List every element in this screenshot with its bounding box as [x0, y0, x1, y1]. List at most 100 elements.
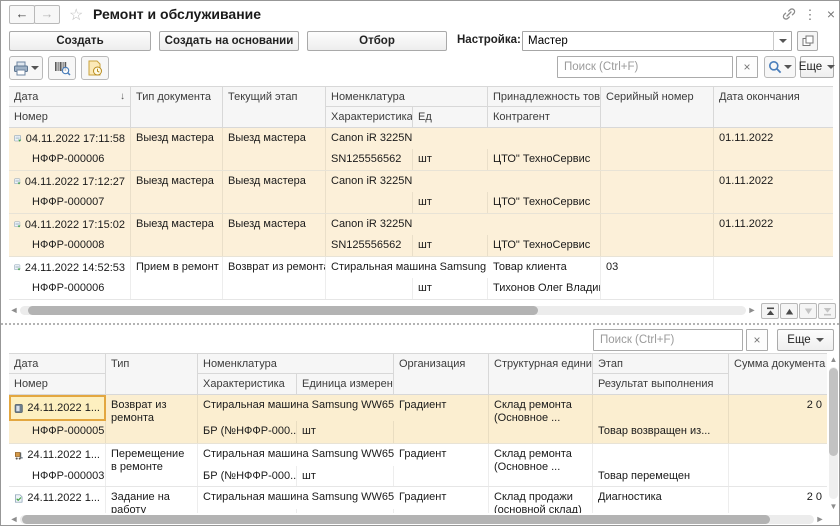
col-counterparty[interactable]: Контрагент — [488, 107, 601, 128]
doc-number-cell: НФФР-000006 — [9, 149, 131, 170]
more-menu-icon[interactable]: ⋮ — [801, 6, 819, 24]
panel-splitter[interactable] — [1, 323, 839, 325]
print-button[interactable] — [9, 56, 43, 80]
search-input[interactable] — [557, 56, 733, 78]
ownership-cell — [488, 214, 601, 235]
col-sum[interactable]: Сумма документа — [729, 353, 827, 395]
scroll-down-icon[interactable]: ▼ — [827, 500, 840, 513]
col-type[interactable]: Тип — [106, 353, 198, 395]
settings-input[interactable] — [522, 31, 792, 51]
characteristic-cell: SN125556562 — [326, 149, 413, 170]
link-icon[interactable] — [780, 6, 798, 24]
ownership-cell: Товар клиента — [488, 257, 601, 278]
col-date[interactable]: Дата — [9, 353, 106, 374]
scroll-up-icon[interactable]: ▲ — [827, 353, 840, 366]
sort-desc-icon: ↓ — [120, 87, 125, 107]
structural-unit-cell: Склад ремонта (Основное ... — [489, 444, 593, 486]
scroll-left-icon[interactable]: ◄ — [9, 305, 19, 316]
filter-button[interactable]: Отбор — [307, 31, 447, 51]
table1-hscrollbar[interactable]: ◄ ► — [9, 303, 757, 318]
doc-number-cell: НФФР-000003 — [9, 466, 106, 486]
more-button-bottom[interactable]: Еще — [777, 329, 834, 351]
table-row[interactable]: 04.11.2022 17:15:02 Выезд мастера Выезд … — [9, 214, 833, 257]
col-structural-unit[interactable]: Структурная единица — [489, 353, 593, 395]
col-number[interactable]: Номер — [9, 107, 131, 128]
favorite-star-icon[interactable]: ☆ — [69, 5, 83, 25]
search-input-bottom[interactable] — [593, 329, 743, 351]
forward-button[interactable]: → — [34, 5, 60, 24]
scroll-right-icon[interactable]: ► — [815, 514, 825, 525]
scroll-thumb[interactable] — [28, 306, 538, 315]
stage-cell: Выезд мастера — [223, 214, 326, 256]
doc-type-cell: Выезд мастера — [131, 128, 223, 170]
col-characteristic[interactable]: Характеристика — [198, 374, 297, 395]
settings-dropdown-button[interactable] — [773, 31, 791, 51]
serial-cell: 03 — [601, 257, 714, 299]
barcode-search-button[interactable] — [48, 56, 76, 80]
scroll-thumb[interactable] — [829, 368, 838, 456]
col-ownership[interactable]: Принадлежность товара — [488, 86, 601, 107]
organization-cell: Градиент — [394, 395, 489, 443]
col-nomenclature[interactable]: Номенклатура — [198, 353, 394, 374]
go-up-button[interactable] — [780, 303, 798, 319]
recent-documents-button[interactable] — [81, 56, 109, 80]
create-on-basis-button[interactable]: Создать на основании — [159, 31, 299, 51]
doc-date-cell: 04.11.2022 17:11:58 — [9, 128, 131, 149]
table-row[interactable]: 24.11.2022 1... Перемещение в ремонте Ст… — [9, 444, 827, 487]
table-row[interactable]: 04.11.2022 17:11:58 Выезд мастера Выезд … — [9, 128, 833, 171]
go-down-button[interactable] — [799, 303, 817, 319]
stage-cell — [593, 395, 729, 421]
go-first-button[interactable] — [761, 303, 779, 319]
create-button[interactable]: Создать — [9, 31, 151, 51]
table2-header: Дата Тип Номенклатура Организация Структ… — [9, 353, 827, 395]
characteristic-cell: БР (№НФФР-000... — [198, 466, 297, 486]
go-last-button[interactable] — [818, 303, 836, 319]
row-position-buttons — [761, 303, 836, 319]
col-organization[interactable]: Организация — [394, 353, 489, 395]
col-nomenclature[interactable]: Номенклатура — [326, 86, 488, 107]
col-serial[interactable]: Серийный номер — [601, 86, 714, 128]
page-title: Ремонт и обслуживание — [93, 6, 261, 22]
ownership-cell — [488, 171, 601, 192]
scroll-thumb[interactable] — [22, 515, 770, 524]
posted-doc-icon — [14, 261, 21, 274]
col-end-date[interactable]: Дата окончания — [714, 86, 833, 128]
settings-choose-button[interactable] — [797, 31, 818, 51]
scroll-left-icon[interactable]: ◄ — [9, 514, 19, 525]
table-row[interactable]: 24.11.2022 1... Задание на работу Стирал… — [9, 487, 827, 513]
result-cell: Товар перемещен — [593, 466, 729, 486]
end-date-cell: 01.11.2022 — [714, 128, 833, 170]
search-button[interactable] — [764, 56, 796, 78]
serial-cell — [601, 128, 714, 170]
col-doc-type[interactable]: Тип документа — [131, 86, 223, 128]
table2-vscrollbar[interactable]: ▲ ▼ — [827, 353, 840, 513]
barcode-search-icon — [54, 60, 71, 76]
list-toolbar-top: × Еще — [1, 53, 839, 83]
col-result[interactable]: Результат выполнения — [593, 374, 729, 395]
col-date[interactable]: Дата↓ — [9, 86, 131, 107]
table-row[interactable]: 24.11.2022 14:52:53 Прием в ремонт Возвр… — [9, 257, 833, 300]
col-unit[interactable]: Единица измерения — [297, 374, 394, 395]
sum-cell: 2 0 — [729, 395, 827, 443]
task-icon — [14, 492, 23, 505]
col-number[interactable]: Номер — [9, 374, 106, 395]
structural-unit-cell: Склад продажи (основной склад) — [489, 487, 593, 513]
close-icon[interactable]: × — [822, 6, 840, 24]
back-button[interactable]: ← — [9, 5, 35, 24]
search-clear-button-bottom[interactable]: × — [746, 329, 768, 351]
col-characteristic[interactable]: Характеристика — [326, 107, 413, 128]
stage-cell — [593, 444, 729, 466]
nomenclature-cell: Стиральная машина Samsung WW65A4... — [198, 487, 394, 509]
table-row[interactable]: 04.11.2022 17:12:27 Выезд мастера Выезд … — [9, 171, 833, 214]
chevron-down-icon — [827, 65, 835, 69]
col-stage[interactable]: Этап — [593, 353, 729, 374]
scroll-right-icon[interactable]: ► — [747, 305, 757, 316]
search-clear-button[interactable]: × — [736, 56, 758, 78]
counterparty-cell: ЦТО" ТехноСервис — [488, 149, 601, 170]
more-button-top[interactable]: Еще — [800, 56, 834, 78]
unit-cell: шт — [297, 421, 394, 443]
col-unit[interactable]: Ед — [413, 107, 488, 128]
table-row-selected[interactable]: 24.11.2022 1... Возврат из ремонта Стира… — [9, 395, 827, 444]
col-stage[interactable]: Текущий этап — [223, 86, 326, 128]
table2-hscrollbar[interactable]: ◄ ► — [9, 512, 825, 526]
